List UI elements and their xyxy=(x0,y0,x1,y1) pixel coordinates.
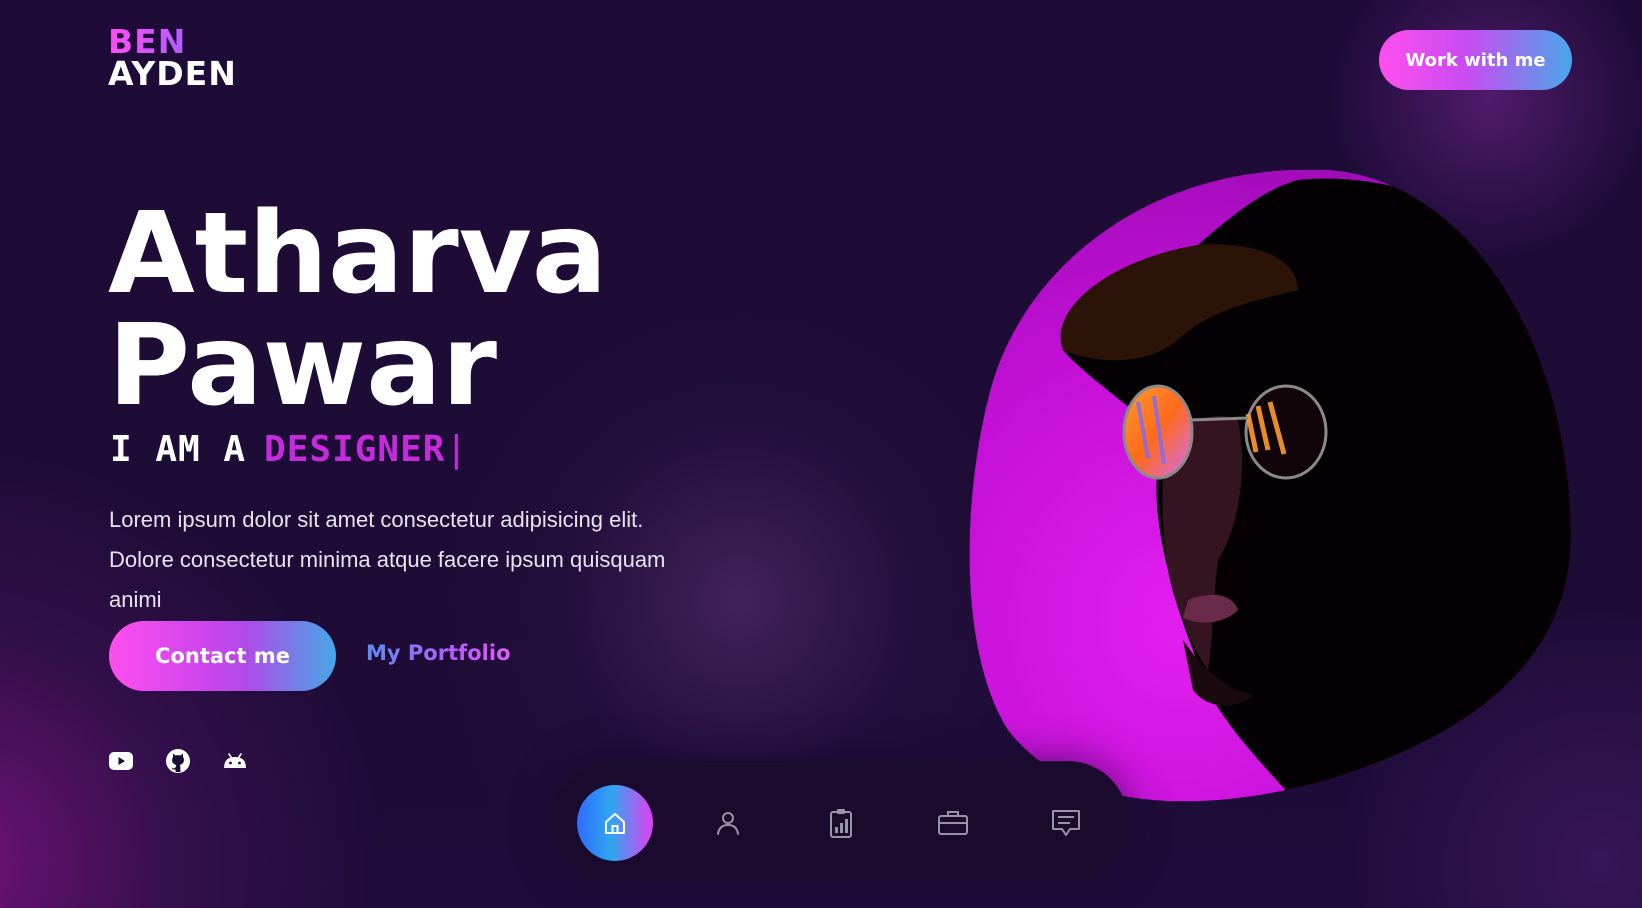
home-icon xyxy=(605,813,625,834)
hero-description: Lorem ipsum dolor sit amet consectetur a… xyxy=(109,507,666,612)
nav-about[interactable] xyxy=(690,785,766,861)
profile-photo xyxy=(969,170,1572,802)
work-with-me-button[interactable]: Work with me xyxy=(1379,30,1572,90)
hero-name-first: Atharva xyxy=(108,189,608,319)
nav-portfolio[interactable] xyxy=(915,785,991,861)
brand-logo-line2: AYDEN xyxy=(108,54,237,93)
contact-me-button[interactable]: Contact me xyxy=(109,621,336,691)
social-links xyxy=(108,748,248,774)
nav-contact[interactable] xyxy=(1028,785,1104,861)
hero-name-last: Pawar xyxy=(108,301,497,431)
hero-role-word: DESIGNER xyxy=(264,429,446,470)
bottom-navbar xyxy=(553,761,1128,881)
nav-home[interactable] xyxy=(577,785,653,861)
hero-role-prefix: I AM A xyxy=(110,429,247,470)
my-portfolio-link[interactable]: My Portfolio xyxy=(366,641,511,665)
brand-logo[interactable]: BEN AYDEN xyxy=(108,25,237,93)
clipboard-chart-icon xyxy=(830,809,852,838)
typing-cursor: | xyxy=(445,429,469,470)
nav-skills[interactable] xyxy=(803,785,879,861)
youtube-icon[interactable] xyxy=(108,748,134,774)
user-icon xyxy=(717,812,739,835)
android-icon[interactable] xyxy=(222,748,248,774)
message-icon xyxy=(1052,810,1080,836)
briefcase-icon xyxy=(938,811,968,835)
hero-name: Atharva Pawar xyxy=(108,198,607,422)
github-icon[interactable] xyxy=(165,748,191,774)
hero-role: I AM A DESIGNER| xyxy=(110,430,468,470)
